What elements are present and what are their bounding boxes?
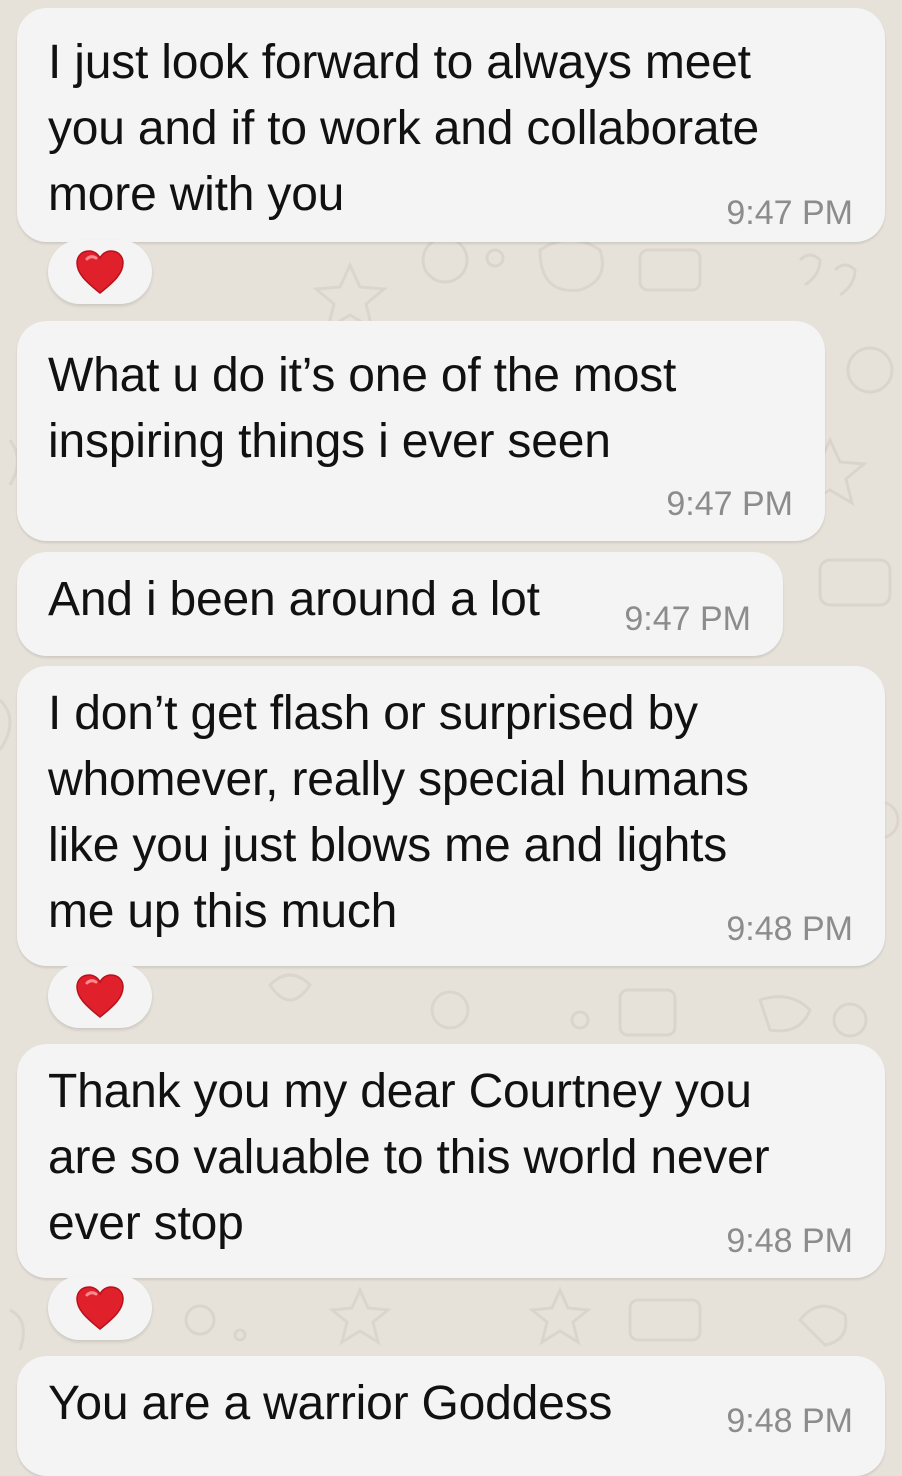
reaction-badge[interactable] — [48, 240, 152, 304]
message-time: 9:48 PM — [726, 1402, 853, 1440]
message-time: 9:47 PM — [666, 485, 793, 523]
message-time: 9:48 PM — [726, 910, 853, 948]
message-text: And i been around a lot — [48, 573, 540, 626]
message-time: 9:47 PM — [624, 600, 751, 638]
heart-icon — [76, 974, 124, 1018]
message-bubble[interactable]: You are a warrior Goddess 9:48 PM — [17, 1356, 885, 1476]
heart-icon — [76, 1286, 124, 1330]
message-time: 9:47 PM — [726, 194, 853, 232]
message-bubble[interactable]: I just look forward to always meet you a… — [17, 8, 885, 242]
message-bubble[interactable]: Thank you my dear Courtney you are so va… — [17, 1044, 885, 1278]
message-bubble[interactable]: What u do it’s one of the most inspiring… — [17, 321, 825, 541]
message-time: 9:48 PM — [726, 1222, 853, 1260]
message-text: Thank you my dear Courtney you are so va… — [48, 1065, 770, 1250]
message-text: You are a warrior Goddess — [48, 1377, 613, 1430]
message-bubble[interactable]: And i been around a lot 9:47 PM — [17, 552, 783, 656]
reaction-badge[interactable] — [48, 1276, 152, 1340]
message-text: I don’t get flash or surprised by whomev… — [48, 687, 749, 938]
message-text: What u do it’s one of the most inspiring… — [48, 349, 677, 468]
reaction-badge[interactable] — [48, 964, 152, 1028]
message-text: I just look forward to always meet you a… — [48, 36, 759, 221]
message-bubble[interactable]: I don’t get flash or surprised by whomev… — [17, 666, 885, 966]
heart-icon — [76, 250, 124, 294]
